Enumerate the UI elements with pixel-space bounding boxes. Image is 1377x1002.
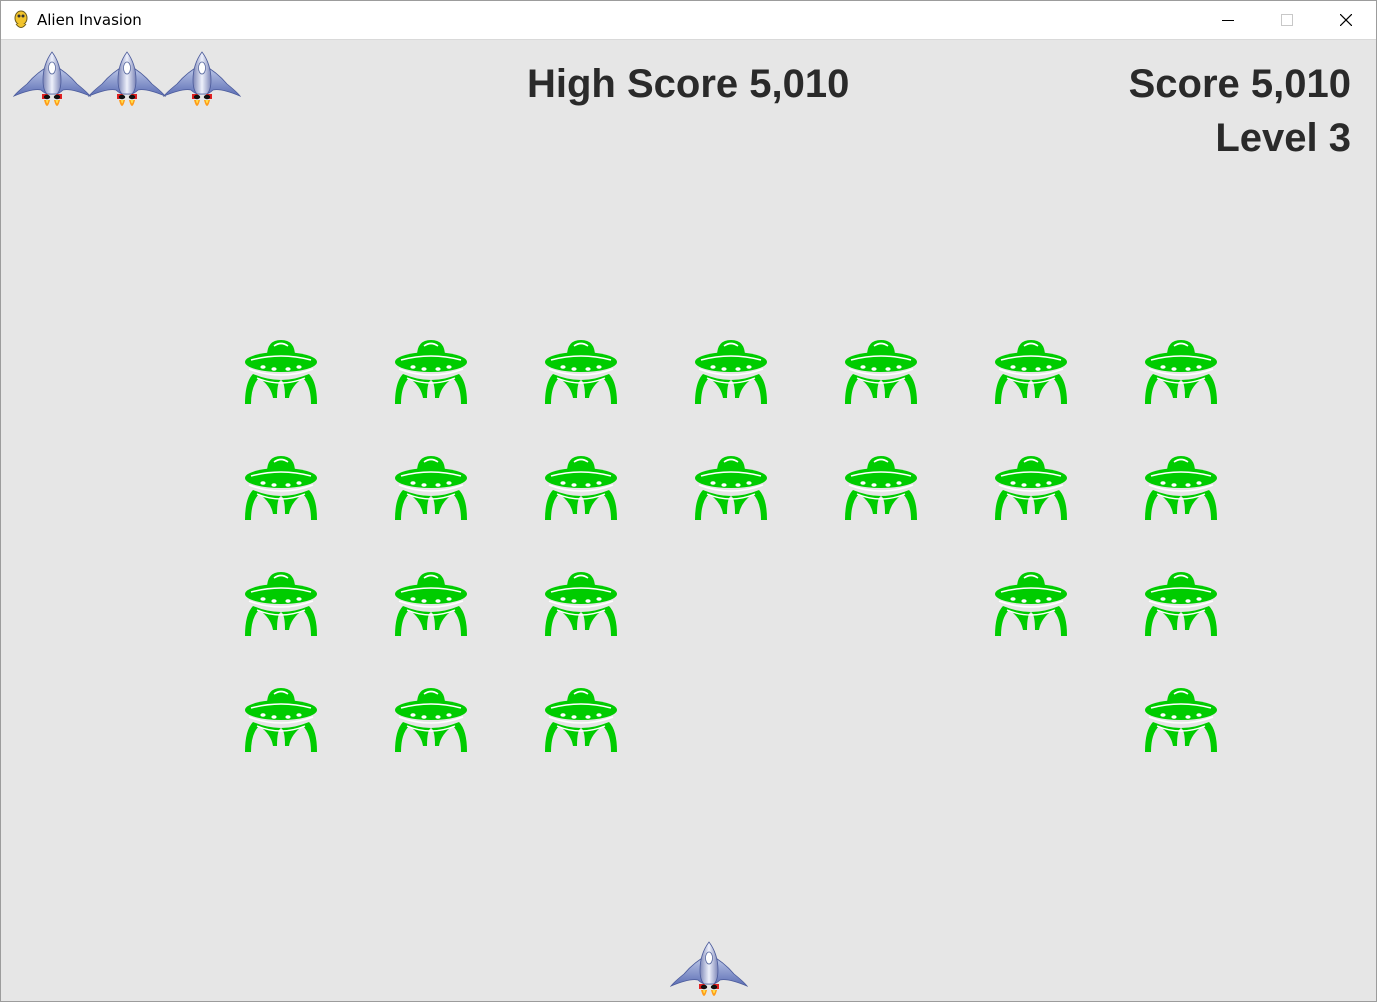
alien-ufo-icon	[844, 455, 918, 521]
close-button[interactable]	[1317, 1, 1375, 39]
alien-ufo-icon	[694, 455, 768, 521]
alien-ufo-icon	[544, 687, 618, 753]
alien-ufo-icon	[1144, 455, 1218, 521]
window-title: Alien Invasion	[37, 11, 142, 29]
alien-ufo-icon	[544, 339, 618, 405]
high-score-label: High Score 5,010	[527, 62, 850, 106]
alien-ufo-icon	[1144, 571, 1218, 637]
title-bar[interactable]: Alien Invasion	[1, 1, 1376, 40]
maximize-icon	[1281, 14, 1293, 26]
alien-ufo-icon	[544, 455, 618, 521]
game-playfield: High Score 5,010 Score 5,010 Level 3	[1, 40, 1376, 1001]
alien-ufo-icon	[994, 455, 1068, 521]
alien-ufo-icon	[244, 687, 318, 753]
minimize-button[interactable]	[1199, 1, 1257, 39]
alien-ufo-icon	[394, 571, 468, 637]
alien-ufo-icon	[244, 339, 318, 405]
alien-ufo-icon	[694, 339, 768, 405]
alien-ufo-icon	[1144, 687, 1218, 753]
close-icon	[1340, 14, 1352, 26]
alien-ufo-icon	[1144, 339, 1218, 405]
life-ship-icon	[163, 51, 241, 107]
alien-ufo-icon	[394, 455, 468, 521]
alien-ufo-icon	[844, 339, 918, 405]
alien-ufo-icon	[994, 571, 1068, 637]
alien-ufo-icon	[394, 339, 468, 405]
level-label: Level 3	[1215, 116, 1351, 160]
life-ship-icon	[13, 51, 91, 107]
life-ship-icon	[88, 51, 166, 107]
alien-ufo-icon	[994, 339, 1068, 405]
alien-ufo-icon	[544, 571, 618, 637]
alien-ufo-icon	[394, 687, 468, 753]
game-window: Alien Invasion High Score 5,010 Score 5,…	[0, 0, 1377, 1002]
minimize-icon	[1222, 20, 1234, 21]
alien-ufo-icon	[244, 571, 318, 637]
pygame-app-icon	[11, 9, 31, 31]
alien-ufo-icon	[244, 455, 318, 521]
score-label: Score 5,010	[1128, 62, 1351, 106]
player-ship-icon	[670, 941, 748, 997]
maximize-button[interactable]	[1258, 1, 1316, 39]
